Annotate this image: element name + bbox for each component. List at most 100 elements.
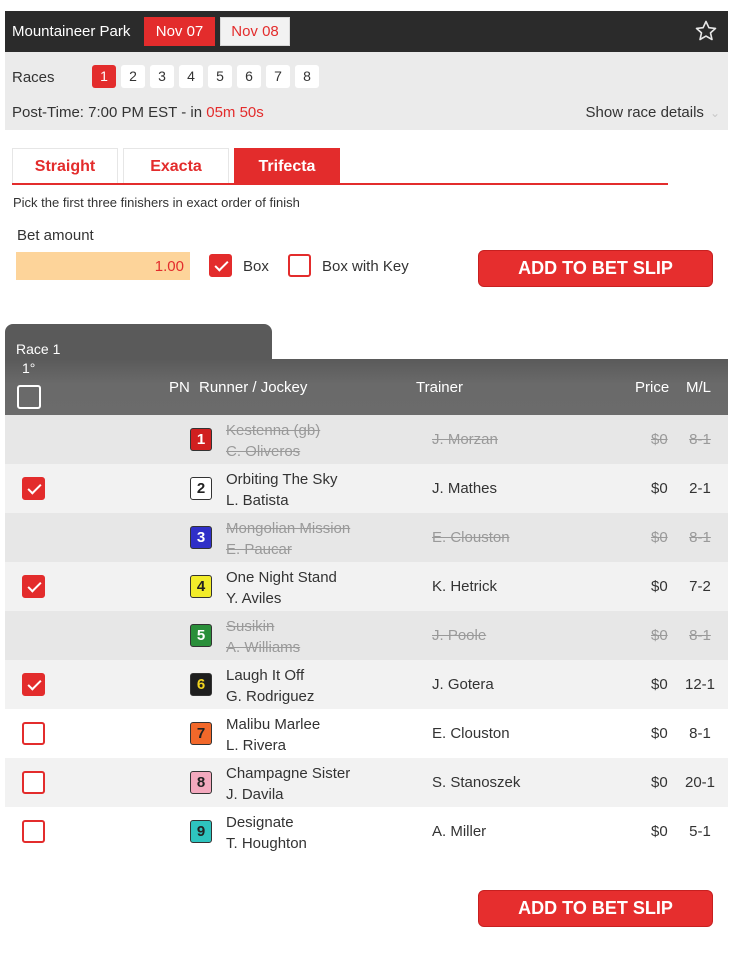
race-button-2[interactable]: 2: [121, 65, 145, 88]
show-race-details-link[interactable]: Show race details ⌄: [586, 104, 720, 121]
program-number: 1: [190, 428, 212, 451]
morning-line: 12-1: [684, 676, 716, 693]
jockey-name: E. Paucar: [226, 541, 292, 558]
morning-line: 20-1: [684, 774, 716, 791]
post-time: Post-Time: 7:00 PM EST - in 05m 50s: [12, 104, 264, 121]
header-trainer: Trainer: [416, 379, 463, 396]
table-row: 6 Laugh It Off G. Rodriguez J. Gotera $0 12-1: [5, 660, 728, 709]
jockey-name: A. Williams: [226, 639, 301, 656]
runner-cell: Kestenna (gb) C. Oliveros: [226, 420, 320, 462]
box-with-key-label: Box with Key: [322, 258, 409, 275]
program-number: 7: [190, 722, 212, 745]
program-number: 2: [190, 477, 212, 500]
runner-checkbox[interactable]: [22, 575, 45, 598]
header-ml: M/L: [686, 379, 712, 396]
tab-exacta[interactable]: Exacta: [123, 148, 229, 183]
box-label: Box: [243, 258, 269, 275]
add-to-bet-slip-button-bottom[interactable]: ADD TO BET SLIP: [478, 890, 713, 927]
tab-straight[interactable]: Straight: [12, 148, 118, 183]
program-number: 8: [190, 771, 212, 794]
morning-line: 8-1: [689, 529, 711, 546]
horse-name: Orbiting The Sky: [226, 471, 338, 488]
countdown: 05m 50s: [206, 104, 264, 121]
chevron-down-icon: ⌄: [709, 106, 720, 120]
table-row: 3 Mongolian Mission E. Paucar E. Clouston $0…: [5, 513, 728, 562]
morning-line: 8-1: [689, 431, 711, 448]
runner-checkbox[interactable]: [22, 820, 45, 843]
bet-amount-input[interactable]: [16, 252, 190, 280]
box-with-key-checkbox[interactable]: [288, 254, 311, 277]
price-value: $0: [651, 774, 668, 791]
runner-checkbox[interactable]: [22, 771, 45, 794]
trainer-name: S. Stanoszek: [432, 774, 521, 791]
date-tab-nov-07[interactable]: Nov 07: [144, 17, 215, 46]
box-checkbox[interactable]: [209, 254, 232, 277]
horse-name: Champagne Sister: [226, 765, 351, 782]
trainer-name: A. Miller: [432, 823, 487, 840]
price-value: $0: [651, 431, 668, 448]
jockey-name: J. Davila: [226, 786, 284, 803]
jockey-name: Y. Aviles: [226, 590, 282, 607]
morning-line: 2-1: [689, 480, 711, 497]
race-button-7[interactable]: 7: [266, 65, 290, 88]
runner-cell: Susikin A. Williams: [226, 616, 300, 658]
table-header: 1° PN Runner / Jockey Trainer Price M/L: [5, 359, 728, 415]
bet-amount-label: Bet amount: [17, 227, 94, 244]
price-value: $0: [651, 480, 668, 497]
trainer-name: K. Hetrick: [432, 578, 498, 595]
races-label: Races: [12, 69, 55, 86]
runner-cell: Champagne Sister J. Davila: [226, 763, 350, 805]
track-name: Mountaineer Park: [12, 23, 131, 40]
trainer-name: J. Poole: [432, 627, 487, 644]
add-to-bet-slip-button[interactable]: ADD TO BET SLIP: [478, 250, 713, 287]
runner-checkbox[interactable]: [22, 722, 45, 745]
race-button-3[interactable]: 3: [150, 65, 174, 88]
jockey-name: C. Oliveros: [226, 443, 301, 460]
table-row: 5 Susikin A. Williams J. Poole $0 8-1: [5, 611, 728, 660]
runner-checkbox[interactable]: [22, 673, 45, 696]
runner-cell: One Night Stand Y. Aviles: [226, 567, 337, 609]
price-value: $0: [651, 627, 668, 644]
bet-type-tabs: Straight Exacta Trifecta: [12, 148, 668, 185]
select-all-checkbox[interactable]: [17, 385, 41, 409]
trainer-name: J. Gotera: [432, 676, 494, 693]
horse-name: Laugh It Off: [226, 667, 305, 684]
runner-cell: Designate T. Houghton: [226, 812, 307, 854]
race-details-label: Show race details: [585, 104, 704, 121]
race-button-8[interactable]: 8: [295, 65, 319, 88]
race-button-1[interactable]: 1: [92, 65, 116, 88]
program-number: 3: [190, 526, 212, 549]
track-header: Mountaineer Park Nov 07 Nov 08: [5, 11, 728, 52]
table-row: 7 Malibu Marlee L. Rivera E. Clouston $0 8-1: [5, 709, 728, 758]
trainer-name: J. Mathes: [432, 480, 498, 497]
price-value: $0: [651, 676, 668, 693]
price-value: $0: [651, 823, 668, 840]
table-row: 1 Kestenna (gb) C. Oliveros J. Morzan $0 8-1: [5, 415, 728, 464]
horse-name: Mongolian Mission: [226, 520, 351, 537]
bet-instruction: Pick the first three finishers in exact …: [13, 195, 300, 210]
runner-cell: Mongolian Mission E. Paucar: [226, 518, 350, 560]
trainer-name: E. Clouston: [432, 725, 510, 742]
race-button-5[interactable]: 5: [208, 65, 232, 88]
race-button-4[interactable]: 4: [179, 65, 203, 88]
trainer-name: E. Clouston: [432, 529, 510, 546]
runner-cell: Malibu Marlee L. Rivera: [226, 714, 320, 756]
program-number: 9: [190, 820, 212, 843]
program-number: 4: [190, 575, 212, 598]
morning-line: 8-1: [689, 627, 711, 644]
program-number: 5: [190, 624, 212, 647]
jockey-name: L. Batista: [226, 492, 289, 509]
table-row: 8 Champagne Sister J. Davila S. Stanoszek $0…: [5, 758, 728, 807]
runner-checkbox[interactable]: [22, 477, 45, 500]
tab-trifecta[interactable]: Trifecta: [234, 148, 340, 183]
morning-line: 5-1: [689, 823, 711, 840]
morning-line: 8-1: [689, 725, 711, 742]
star-icon[interactable]: [694, 19, 718, 43]
race-tab: Race 1: [5, 324, 272, 360]
trainer-name: J. Morzan: [432, 431, 498, 448]
race-button-6[interactable]: 6: [237, 65, 261, 88]
horse-name: Susikin: [226, 618, 275, 635]
horse-name: Malibu Marlee: [226, 716, 321, 733]
table-row: 9 Designate T. Houghton A. Miller $0 5-1: [5, 807, 728, 856]
date-tab-nov-08[interactable]: Nov 08: [220, 17, 290, 46]
